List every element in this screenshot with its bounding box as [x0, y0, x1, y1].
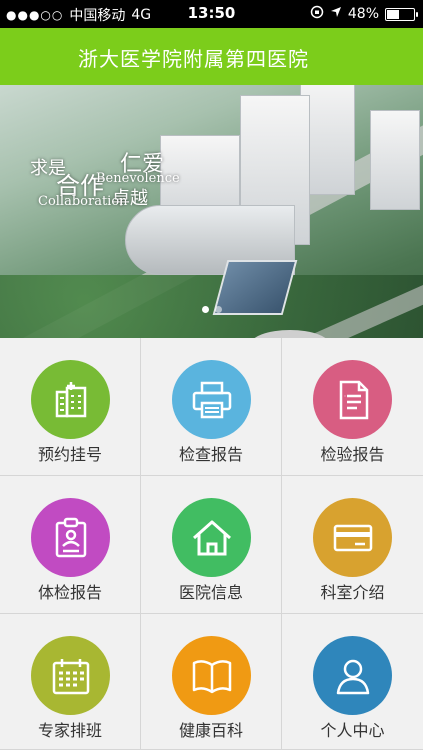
user-icon — [336, 659, 369, 694]
app-header: 浙大医学院附属第四医院 — [0, 28, 423, 85]
menu-item-departments[interactable]: 科室介绍 — [282, 476, 423, 614]
menu-icon-circle — [172, 360, 251, 439]
menu-item-label: 体检报告 — [37, 583, 102, 602]
printer-icon — [192, 381, 231, 418]
banner-carousel[interactable]: 求是 合作 仁爱 Benevolence 卓越 Collaboration — [0, 85, 423, 338]
menu-icon-circle — [172, 498, 251, 577]
menu-item-label: 专家排班 — [37, 721, 102, 740]
menu-item-label: 科室介绍 — [320, 583, 385, 602]
menu-icon-circle — [172, 636, 251, 715]
menu-item-hospital-info[interactable]: 医院信息 — [141, 476, 282, 614]
menu-icon-circle — [31, 498, 110, 577]
rotation-lock-icon — [310, 5, 324, 23]
menu-item-appointment[interactable]: 预约挂号 — [0, 338, 141, 476]
menu-icon-circle — [31, 636, 110, 715]
menu-icon-circle — [313, 498, 392, 577]
battery-percent: 48% — [347, 6, 379, 22]
carousel-dot[interactable] — [214, 306, 222, 313]
menu-item-label: 个人中心 — [320, 721, 385, 740]
page-title: 浙大医学院附属第四医院 — [78, 47, 309, 71]
carousel-dot[interactable] — [201, 306, 209, 313]
hospital-building-icon — [55, 381, 86, 417]
banner-building — [370, 110, 420, 210]
book-icon — [192, 659, 231, 693]
menu-item-physical-exam[interactable]: 体检报告 — [0, 476, 141, 614]
calendar-icon — [52, 658, 89, 694]
menu-item-expert-schedule[interactable]: 专家排班 — [0, 614, 141, 750]
menu-item-label: 预约挂号 — [37, 445, 102, 464]
document-report-icon — [339, 380, 368, 419]
menu-item-health-wiki[interactable]: 健康百科 — [141, 614, 282, 750]
slogan-collaboration: Collaboration — [38, 194, 128, 209]
menu-item-label: 检验报告 — [320, 445, 385, 464]
clipboard-person-icon — [55, 517, 86, 557]
menu-item-label: 医院信息 — [178, 583, 243, 602]
menu-item-exam-report[interactable]: 检查报告 — [141, 338, 282, 476]
status-bar: ●●●○○ 中国移动 4G 13:50 48% — [0, 0, 423, 28]
menu-item-label: 检查报告 — [178, 445, 243, 464]
home-icon — [192, 520, 231, 555]
menu-icon-circle — [313, 360, 392, 439]
menu-item-lab-report[interactable]: 检验报告 — [282, 338, 423, 476]
menu-grid: 预约挂号 检查报告 检验报告 体检报告 医院信息 科室介绍 专家排班 健康百科 … — [0, 338, 423, 750]
menu-item-personal-center[interactable]: 个人中心 — [282, 614, 423, 750]
location-arrow-icon — [330, 6, 342, 22]
menu-icon-circle — [313, 636, 392, 715]
menu-icon-circle — [31, 360, 110, 439]
card-icon — [333, 524, 372, 551]
battery-icon — [385, 7, 418, 21]
carousel-indicator — [0, 306, 423, 313]
menu-item-label: 健康百科 — [178, 721, 243, 740]
